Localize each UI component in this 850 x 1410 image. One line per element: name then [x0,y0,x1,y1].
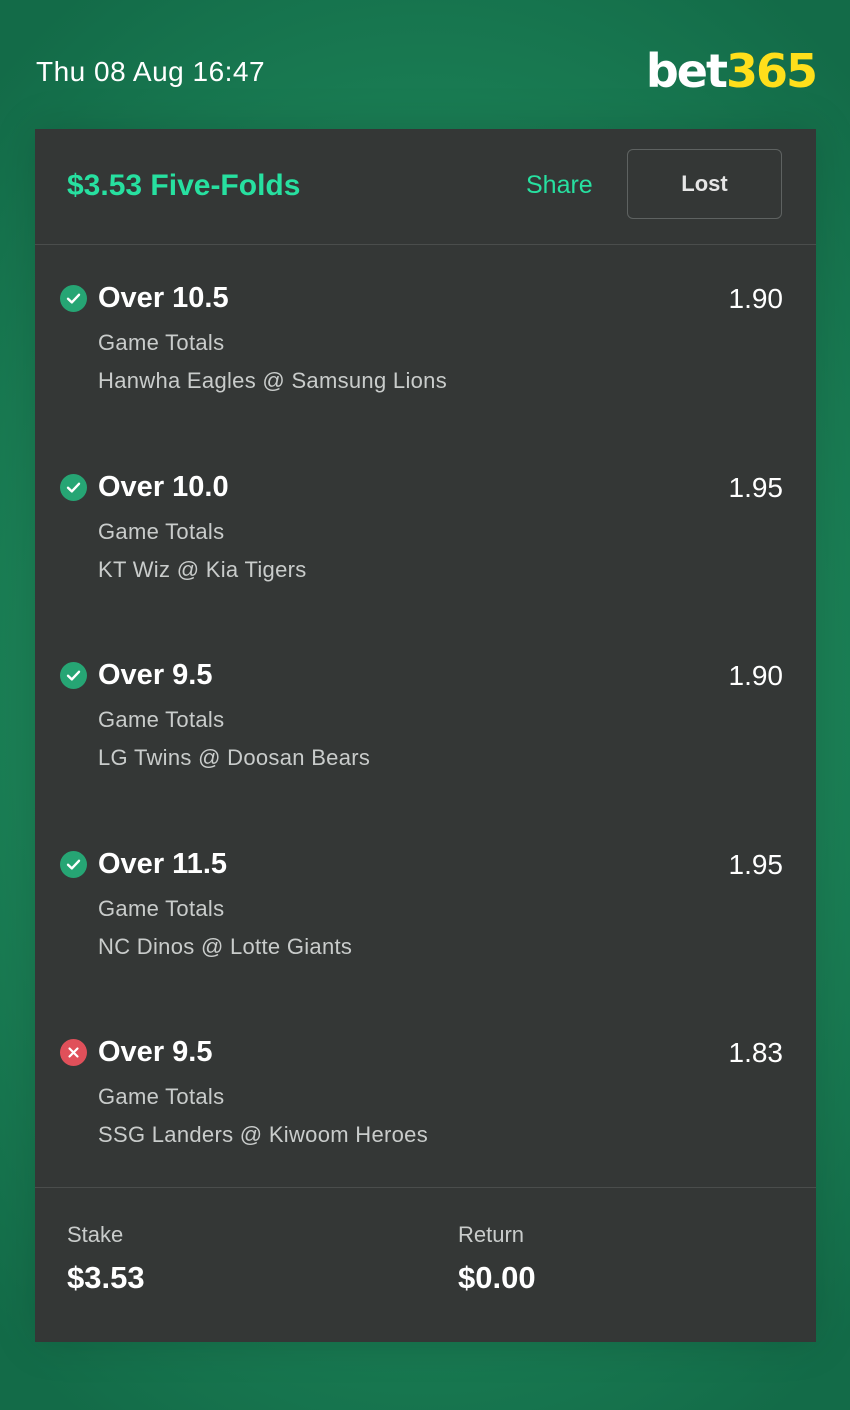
selection-event: LG Twins @ Doosan Bears [98,745,371,771]
selection-odds: 1.95 [728,471,784,503]
selection-market: Game Totals [98,707,225,733]
bet365-logo: bet365 [646,48,818,94]
selection-event: SSG Landers @ Kiwoom Heroes [98,1122,429,1148]
selection-item: Over 10.0 1.95 Game Totals KT Wiz @ Kia … [35,434,816,623]
selection-event: NC Dinos @ Lotte Giants [98,933,353,959]
datetime: Thu 08 Aug 16:47 [36,56,266,87]
selection-name: Over 9.5 [98,659,213,692]
selection-odds: 1.90 [728,660,784,692]
check-circle-icon [60,285,87,312]
selection-item: Over 10.5 1.90 Game Totals Hanwha Eagles… [35,245,816,434]
selection-market: Game Totals [98,1084,225,1110]
selection-odds: 1.90 [728,283,784,314]
cross-circle-icon [60,1039,87,1067]
selection-name: Over 10.5 [98,282,229,314]
selection-event: Hanwha Eagles @ Samsung Lions [98,368,448,393]
return-label: Return [458,1222,525,1247]
stake-value: $3.53 [67,1260,145,1295]
selection-odds: 1.95 [728,848,784,880]
bet-slip-card: $3.53 Five-Folds Share Lost Over 10.5 1.… [35,129,816,1342]
selection-item: Over 9.5 1.83 Game Totals SSG Landers @ … [35,999,816,1188]
share-button[interactable]: Share [526,171,593,200]
selection-name: Over 10.0 [98,470,229,503]
status-header: Thu 08 Aug 16:47 bet365 [0,0,850,128]
selection-item: Over 11.5 1.95 Game Totals NC Dinos @ Lo… [35,811,816,1000]
selection-odds: 1.83 [728,1037,784,1069]
check-circle-icon [60,662,87,690]
return-value: $0.00 [458,1260,536,1295]
selection-name: Over 11.5 [98,847,227,880]
logo-bet: bet [645,44,728,98]
bet-status-button[interactable]: Lost [627,149,782,219]
selection-market: Game Totals [98,330,225,355]
bet-title: $3.53 Five-Folds [67,169,301,202]
selection-name: Over 9.5 [98,1036,213,1069]
selection-market: Game Totals [98,895,225,921]
selection-market: Game Totals [98,518,225,544]
check-circle-icon [60,850,87,878]
selection-item: Over 9.5 1.90 Game Totals LG Twins @ Doo… [35,622,816,811]
selection-event: KT Wiz @ Kia Tigers [98,556,307,582]
bet-header: $3.53 Five-Folds Share Lost [35,129,816,245]
logo-365: 365 [725,44,818,98]
stake-label: Stake [67,1222,124,1247]
selection-list: Over 10.5 1.90 Game Totals Hanwha Eagles… [35,245,816,1188]
bet-summary: Stake $3.53 Return $0.00 [35,1187,816,1343]
check-circle-icon [60,473,87,501]
